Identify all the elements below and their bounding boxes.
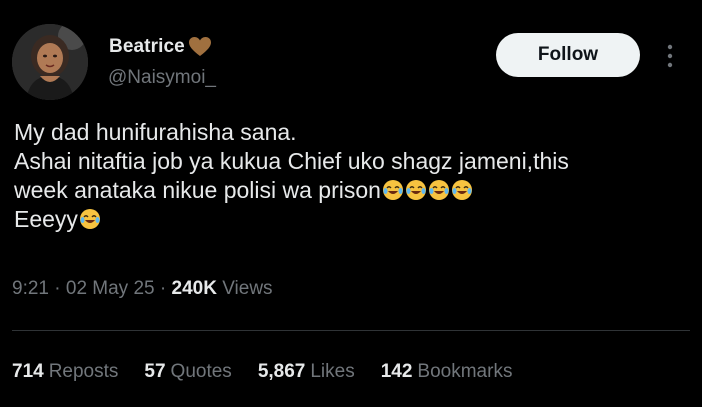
tweet-meta: 9:21 · 02 May 25 · 240K Views [12,278,273,300]
likes-label: Likes [310,361,355,382]
more-options-icon[interactable] [660,42,680,70]
quotes-label: Quotes [170,361,232,382]
tweet-time[interactable]: 9:21 [12,278,49,299]
tweet-line: Ashai nitaftia job ya kukua Chief uko sh… [14,148,569,174]
engagement-stats: 714 Reposts 57 Quotes 5,867 Likes 142 Bookma… [12,361,512,383]
reposts-count: 714 [12,361,44,382]
likes-stat[interactable]: 5,867 Likes [258,361,355,383]
tweet-line: Eeeyy [14,205,694,234]
tweet-date[interactable]: 02 May 25 [66,278,155,299]
author-display-name[interactable]: Beatrice [109,36,185,58]
avatar[interactable] [12,24,88,100]
quotes-count: 57 [144,361,166,382]
face-with-tears-of-joy-icon [428,179,450,201]
brown-heart-icon [188,36,212,58]
author-name-row: Beatrice [109,36,212,58]
reposts-label: Reposts [48,361,119,382]
tweet-text: My dad hunifurahisha sana. Ashai nitafti… [14,118,694,234]
meta-separator: · [54,278,61,299]
tweet-card: Beatrice @Naisymoi_ Follow My dad hunifu… [0,0,702,407]
bookmarks-stat[interactable]: 142 Bookmarks [381,361,513,383]
likes-count: 5,867 [257,361,306,382]
meta-separator: · [159,278,167,299]
reposts-stat[interactable]: 714 Reposts [12,361,118,383]
author-handle[interactable]: @Naisymoi_ [108,67,216,89]
follow-button[interactable]: Follow [496,33,640,77]
face-with-tears-of-joy-icon [451,179,473,201]
bookmarks-label: Bookmarks [417,361,513,382]
tweet-line: My dad hunifurahisha sana. [14,119,297,145]
quotes-stat[interactable]: 57 Quotes [144,361,231,383]
face-with-tears-of-joy-icon [79,208,101,230]
face-with-tears-of-joy-icon [405,179,427,201]
views-count: 240K [171,278,217,299]
bookmarks-count: 142 [380,361,413,382]
avatar-image [12,24,88,100]
views-label: Views [222,278,273,299]
tweet-line: week anataka nikue polisi wa prison [14,176,694,205]
divider [12,330,690,331]
face-with-tears-of-joy-icon [382,179,404,201]
